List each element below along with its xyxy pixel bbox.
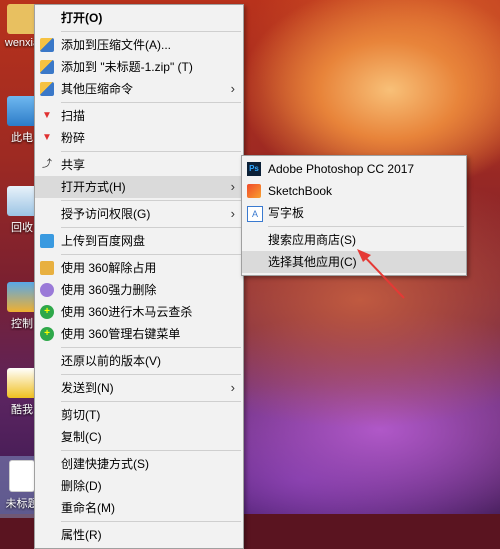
menu-separator bbox=[61, 254, 241, 255]
menu-label: 发送到(N) bbox=[61, 381, 114, 395]
menu-label: 其他压缩命令 bbox=[61, 82, 134, 96]
menu-label: 使用 360强力删除 bbox=[61, 283, 157, 297]
menu-separator bbox=[61, 151, 241, 152]
computer-icon bbox=[7, 96, 37, 126]
wordpad-icon: A bbox=[247, 206, 263, 222]
menu-item-restore-version[interactable]: 还原以前的版本(V) bbox=[35, 350, 243, 372]
submenu-item-choose-other[interactable]: 选择其他应用(C) bbox=[242, 251, 466, 273]
chevron-right-icon: › bbox=[230, 206, 235, 221]
menu-item-360-unlock[interactable]: 使用 360解除占用 bbox=[35, 257, 243, 279]
menu-separator bbox=[61, 521, 241, 522]
360-icon: + bbox=[40, 327, 54, 341]
menu-separator bbox=[61, 31, 241, 32]
menu-separator bbox=[61, 200, 241, 201]
menu-item-grant-access[interactable]: 授予访问权限(G) › bbox=[35, 203, 243, 225]
submenu-item-photoshop[interactable]: Ps Adobe Photoshop CC 2017 bbox=[242, 158, 466, 180]
menu-separator bbox=[61, 347, 241, 348]
context-menu: 打开(O) 添加到压缩文件(A)... 添加到 "未标题-1.zip" (T) … bbox=[34, 4, 244, 549]
winrar-icon bbox=[40, 38, 54, 52]
submenu-item-sketchbook[interactable]: SketchBook bbox=[242, 180, 466, 202]
menu-label: 搜索应用商店(S) bbox=[268, 233, 356, 247]
menu-label: 重命名(M) bbox=[61, 501, 115, 515]
menu-item-properties[interactable]: 属性(R) bbox=[35, 524, 243, 546]
menu-label: 使用 360管理右键菜单 bbox=[61, 327, 181, 341]
menu-label: SketchBook bbox=[268, 184, 333, 198]
menu-separator bbox=[61, 374, 241, 375]
menu-item-delete[interactable]: 删除(D) bbox=[35, 475, 243, 497]
chevron-right-icon: › bbox=[230, 81, 235, 96]
menu-item-other-compress[interactable]: 其他压缩命令 › bbox=[35, 78, 243, 100]
menu-item-add-archive[interactable]: 添加到压缩文件(A)... bbox=[35, 34, 243, 56]
menu-label: 写字板 bbox=[268, 206, 305, 220]
menu-item-360-trojan-scan[interactable]: + 使用 360进行木马云查杀 bbox=[35, 301, 243, 323]
photoshop-icon: Ps bbox=[247, 162, 261, 176]
cloud-upload-icon bbox=[40, 234, 54, 248]
menu-separator bbox=[61, 102, 241, 103]
shield-scan-icon: ▼ bbox=[42, 110, 52, 121]
share-icon: ⤴ bbox=[42, 159, 52, 170]
menu-item-360-manage-menu[interactable]: + 使用 360管理右键菜单 bbox=[35, 323, 243, 345]
menu-label: 使用 360解除占用 bbox=[61, 261, 157, 275]
open-with-submenu: Ps Adobe Photoshop CC 2017 SketchBook A 写字… bbox=[241, 155, 467, 276]
menu-item-open-with[interactable]: 打开方式(H) › bbox=[35, 176, 243, 198]
menu-item-share[interactable]: ⤴ 共享 bbox=[35, 154, 243, 176]
menu-label: 共享 bbox=[61, 158, 86, 172]
menu-label: 扫描 bbox=[61, 109, 86, 123]
menu-label: 剪切(T) bbox=[61, 408, 101, 422]
chevron-right-icon: › bbox=[230, 179, 235, 194]
menu-label: 使用 360进行木马云查杀 bbox=[61, 305, 193, 319]
menu-item-open[interactable]: 打开(O) bbox=[35, 7, 243, 29]
menu-item-upload-baidu[interactable]: 上传到百度网盘 bbox=[35, 230, 243, 252]
menu-item-shred[interactable]: ▼ 粉碎 bbox=[35, 127, 243, 149]
menu-label: 上传到百度网盘 bbox=[61, 234, 146, 248]
menu-item-send-to[interactable]: 发送到(N) › bbox=[35, 377, 243, 399]
menu-label: 添加到压缩文件(A)... bbox=[61, 38, 171, 52]
menu-item-copy[interactable]: 复制(C) bbox=[35, 426, 243, 448]
menu-label: 授予访问权限(G) bbox=[61, 207, 151, 221]
control-panel-icon bbox=[7, 282, 37, 312]
shred-icon: ▼ bbox=[42, 132, 52, 143]
sketchbook-icon bbox=[247, 184, 261, 198]
menu-item-rename[interactable]: 重命名(M) bbox=[35, 497, 243, 519]
document-icon bbox=[9, 460, 35, 492]
menu-label: 删除(D) bbox=[61, 479, 102, 493]
menu-item-add-zip[interactable]: 添加到 "未标题-1.zip" (T) bbox=[35, 56, 243, 78]
menu-item-360-force-delete[interactable]: 使用 360强力删除 bbox=[35, 279, 243, 301]
menu-item-create-shortcut[interactable]: 创建快捷方式(S) bbox=[35, 453, 243, 475]
menu-label: 打开方式(H) bbox=[61, 180, 126, 194]
menu-label: 创建快捷方式(S) bbox=[61, 457, 149, 471]
winrar-icon bbox=[40, 82, 54, 96]
menu-label: 选择其他应用(C) bbox=[268, 255, 357, 269]
submenu-item-search-store[interactable]: 搜索应用商店(S) bbox=[242, 229, 466, 251]
chevron-right-icon: › bbox=[230, 380, 235, 395]
winrar-icon bbox=[40, 60, 54, 74]
menu-item-scan[interactable]: ▼ 扫描 bbox=[35, 105, 243, 127]
folder-unlock-icon bbox=[40, 261, 54, 275]
menu-label: 粉碎 bbox=[61, 131, 86, 145]
menu-label: 复制(C) bbox=[61, 430, 102, 444]
menu-separator bbox=[268, 226, 464, 227]
music-app-icon bbox=[7, 368, 37, 398]
folder-icon bbox=[7, 4, 37, 34]
menu-label: 打开(O) bbox=[61, 11, 103, 25]
360-icon: + bbox=[40, 305, 54, 319]
recycle-bin-icon bbox=[7, 186, 37, 216]
menu-label: 属性(R) bbox=[61, 528, 102, 542]
submenu-item-wordpad[interactable]: A 写字板 bbox=[242, 202, 466, 224]
menu-label: 添加到 "未标题-1.zip" (T) bbox=[61, 60, 193, 74]
menu-separator bbox=[61, 401, 241, 402]
menu-separator bbox=[61, 450, 241, 451]
menu-label: Adobe Photoshop CC 2017 bbox=[268, 162, 415, 176]
menu-separator bbox=[61, 227, 241, 228]
menu-item-cut[interactable]: 剪切(T) bbox=[35, 404, 243, 426]
menu-label: 还原以前的版本(V) bbox=[61, 354, 161, 368]
force-delete-icon bbox=[40, 283, 54, 297]
